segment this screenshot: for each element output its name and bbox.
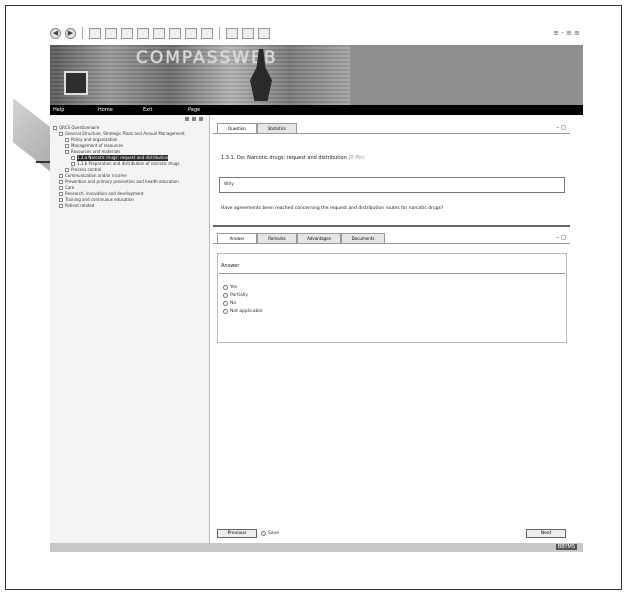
collapse-all-icon[interactable]	[192, 117, 196, 121]
tree-item[interactable]: Patient related	[50, 203, 209, 209]
section-divider	[213, 225, 570, 227]
panel-window-controls[interactable]: – ◻	[556, 124, 566, 131]
banner-thumbnail	[64, 71, 88, 95]
forward-icon[interactable]: ▶	[65, 27, 76, 39]
answer-box	[217, 253, 567, 343]
menu-item-exit[interactable]: Exit	[140, 107, 185, 113]
questionnaire-tree: QRCS Questionnaire General Structure, Str…	[50, 115, 210, 543]
expand-all-icon[interactable]	[185, 117, 189, 121]
mail-icon[interactable]	[185, 27, 197, 39]
question-tabs: Question Statistics – ◻	[213, 123, 570, 134]
option-partially[interactable]: Partially	[223, 293, 248, 298]
tab-remarks[interactable]: Remarks	[257, 233, 297, 243]
next-button[interactable]: Next	[526, 529, 566, 538]
toolbar-separator	[219, 27, 220, 39]
tab-question[interactable]: Question	[217, 123, 257, 133]
favorites-icon[interactable]	[153, 27, 165, 39]
menu-item-help[interactable]: Help	[50, 107, 95, 113]
tree-node-icon[interactable]	[53, 126, 57, 130]
status-text: BBYM5	[555, 544, 577, 550]
answer-header: Answer	[221, 263, 240, 269]
radio-icon[interactable]	[223, 301, 228, 306]
question-panel: Question Statistics – ◻ 1.3.1. Do: Narco…	[213, 115, 570, 543]
tree-node-icon[interactable]	[59, 174, 63, 178]
tree-node-icon[interactable]	[65, 168, 69, 172]
radio-icon[interactable]	[223, 293, 228, 298]
home-icon[interactable]	[121, 27, 133, 39]
banner-logo: COMPASSWEB	[136, 48, 278, 68]
tree-node-icon[interactable]	[65, 144, 69, 148]
save-label: Save	[268, 531, 280, 536]
previous-button[interactable]: Previous	[217, 529, 257, 538]
tools-icon[interactable]	[258, 27, 270, 39]
back-icon[interactable]: ◀	[50, 27, 61, 39]
answer-separator	[219, 273, 565, 274]
edit-icon[interactable]	[226, 27, 238, 39]
tree-node-icon[interactable]	[59, 198, 63, 202]
history-icon[interactable]	[169, 27, 181, 39]
option-not-applicable[interactable]: Not applicable	[223, 309, 262, 314]
toolbar-right-controls[interactable]: ≡ - ≡ ≡	[553, 29, 580, 37]
tree-toolbar	[50, 115, 209, 125]
tree-node-icon[interactable]	[59, 180, 63, 184]
question-title: 1.3.1. Do: Narcotic drugs: request and d…	[221, 155, 365, 161]
print-icon[interactable]	[201, 27, 213, 39]
tree-item-label: Prevention and primary prevention and he…	[65, 179, 179, 184]
tree-list: QRCS Questionnaire General Structure, Str…	[50, 125, 209, 209]
tab-answer[interactable]: Answer	[217, 233, 257, 243]
question-points: (0 Pts)	[348, 155, 365, 161]
search-icon[interactable]	[137, 27, 149, 39]
save-icon[interactable]	[261, 531, 266, 536]
option-label: No	[230, 301, 237, 306]
tree-node-icon[interactable]	[59, 192, 63, 196]
answer-window-controls[interactable]: – ◻	[556, 234, 566, 241]
answer-tabs: Answer Remarks Advantages Documents – ◻	[213, 233, 570, 244]
browser-toolbar: ◀ ▶ ≡ - ≡ ≡	[50, 24, 580, 42]
stop-icon[interactable]	[89, 27, 101, 39]
question-text: Have agreements been reached concerning …	[221, 206, 444, 211]
tree-node-icon[interactable]	[59, 204, 63, 208]
question-title-text: 1.3.1. Do: Narcotic drugs: request and d…	[221, 155, 347, 161]
tab-statistics[interactable]: Statistics	[257, 123, 297, 133]
remark-input[interactable]: Why	[219, 177, 565, 193]
toolbar-separator	[82, 27, 83, 39]
menu-item-home[interactable]: Home	[95, 107, 140, 113]
option-label: Not applicable	[230, 309, 263, 314]
tree-node-icon[interactable]	[71, 162, 75, 166]
option-label: Partially	[230, 293, 249, 298]
tab-documents[interactable]: Documents	[341, 233, 385, 243]
save-control[interactable]: Save	[261, 531, 279, 536]
option-yes[interactable]: Yes	[223, 285, 237, 290]
radio-icon[interactable]	[223, 285, 228, 290]
messenger-icon[interactable]	[242, 27, 254, 39]
tree-node-icon[interactable]	[65, 138, 69, 142]
site-banner: COMPASSWEB	[50, 45, 583, 105]
status-bar: BBYM5	[50, 543, 583, 552]
main-menu: Help Home Exit Page	[50, 105, 583, 115]
tree-node-icon[interactable]	[59, 186, 63, 190]
tree-item-label: Patient related	[65, 203, 95, 208]
tree-node-icon[interactable]	[71, 156, 75, 160]
tab-advantages[interactable]: Advantages	[297, 233, 341, 243]
refresh-tree-icon[interactable]	[199, 117, 203, 121]
menu-item-page[interactable]: Page	[185, 107, 230, 113]
refresh-icon[interactable]	[105, 27, 117, 39]
tree-node-icon[interactable]	[59, 132, 63, 136]
option-no[interactable]: No	[223, 301, 236, 306]
radio-icon[interactable]	[223, 309, 228, 314]
option-label: Yes	[230, 285, 238, 290]
tree-node-icon[interactable]	[65, 150, 69, 154]
